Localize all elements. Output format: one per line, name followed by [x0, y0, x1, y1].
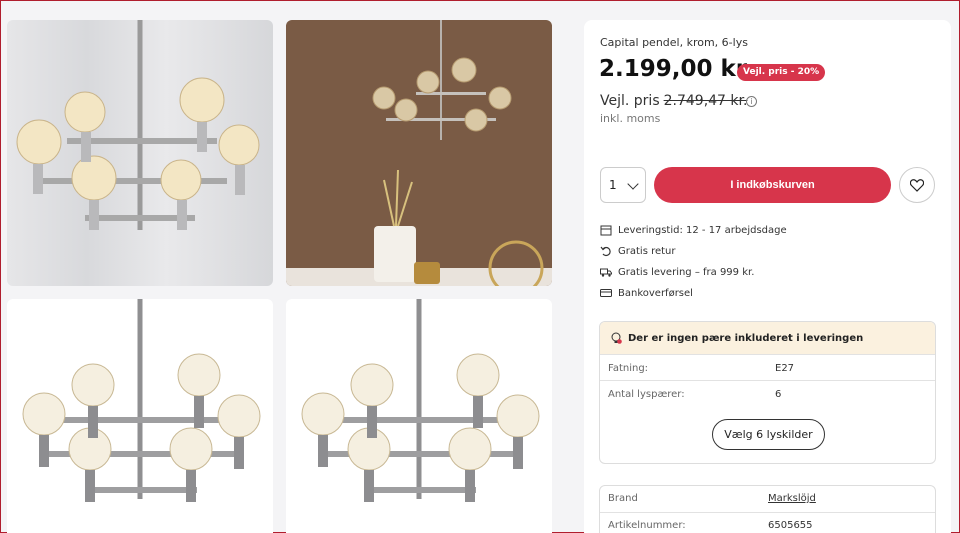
info-icon[interactable]: i [746, 96, 757, 107]
add-to-cart-button[interactable]: I indkøbskurven [654, 167, 891, 203]
detail-value: 6505655 [768, 520, 813, 531]
chevron-down-icon [627, 178, 639, 190]
product-photo-1[interactable] [7, 20, 273, 286]
quantity-value: 1 [609, 178, 617, 192]
detail-row-brand: Brand Markslöjd [600, 486, 935, 512]
brand-link[interactable]: Markslöjd [768, 493, 816, 504]
detail-key: Artikelnummer: [608, 520, 686, 531]
calendar-icon [600, 224, 612, 236]
choose-bulbs-button[interactable]: Vælg 6 lyskilder [712, 419, 825, 450]
no-bulb-icon [611, 332, 622, 344]
spec-value: 6 [775, 389, 782, 400]
product-price: 2.199,00 kr. [599, 56, 753, 82]
spec-row-socket: Fatning: E27 [600, 354, 935, 380]
quantity-select[interactable]: 1 [600, 167, 646, 203]
rrp-value: 2.749,47 kr. [663, 93, 748, 109]
feature-text: Gratis retur [618, 245, 676, 257]
wishlist-button[interactable] [899, 167, 935, 203]
bulb-spec-box: Der er ingen pære inkluderet i leveringe… [599, 321, 936, 464]
product-photo-3[interactable] [7, 299, 273, 533]
detail-key: Brand [608, 493, 638, 504]
details-table: Brand Markslöjd Artikelnummer: 6505655 [599, 485, 936, 533]
spec-key: Fatning: [608, 363, 649, 374]
vat-note: inkl. moms [600, 112, 661, 125]
product-info-panel: Capital pendel, krom, 6-lys 2.199,00 kr.… [584, 20, 951, 533]
truck-icon [600, 266, 612, 278]
feature-free-shipping: Gratis levering – fra 999 kr. [600, 266, 754, 278]
feature-text: Leveringstid: 12 - 17 arbejdsdage [618, 224, 787, 236]
feature-free-return: Gratis retur [600, 245, 676, 257]
product-photo-4[interactable] [286, 299, 552, 533]
heart-icon [910, 179, 924, 192]
feature-delivery-time: Leveringstid: 12 - 17 arbejdsdage [600, 224, 787, 236]
return-icon [600, 245, 612, 257]
spec-row-bulb-count: Antal lyspærer: 6 [600, 380, 935, 406]
product-gallery [1, 1, 561, 533]
bulb-notice: Der er ingen pære inkluderet i leveringe… [600, 322, 935, 354]
card-icon [600, 287, 612, 299]
product-photo-2[interactable] [286, 20, 552, 286]
feature-text: Bankoverførsel [618, 287, 693, 299]
recommended-price: Vejl. pris 2.749,47 kr. [600, 93, 747, 109]
spec-value: E27 [775, 363, 795, 374]
product-title: Capital pendel, krom, 6-lys [600, 36, 748, 49]
feature-payment: Bankoverførsel [600, 287, 693, 299]
feature-text: Gratis levering – fra 999 kr. [618, 266, 755, 278]
rrp-label: Vejl. pris [600, 93, 660, 109]
discount-badge: Vejl. pris - 20% [737, 64, 826, 81]
detail-row-sku: Artikelnummer: 6505655 [600, 512, 935, 533]
spec-key: Antal lyspærer: [608, 389, 685, 400]
bulb-notice-text: Der er ingen pære inkluderet i leveringe… [628, 332, 864, 344]
